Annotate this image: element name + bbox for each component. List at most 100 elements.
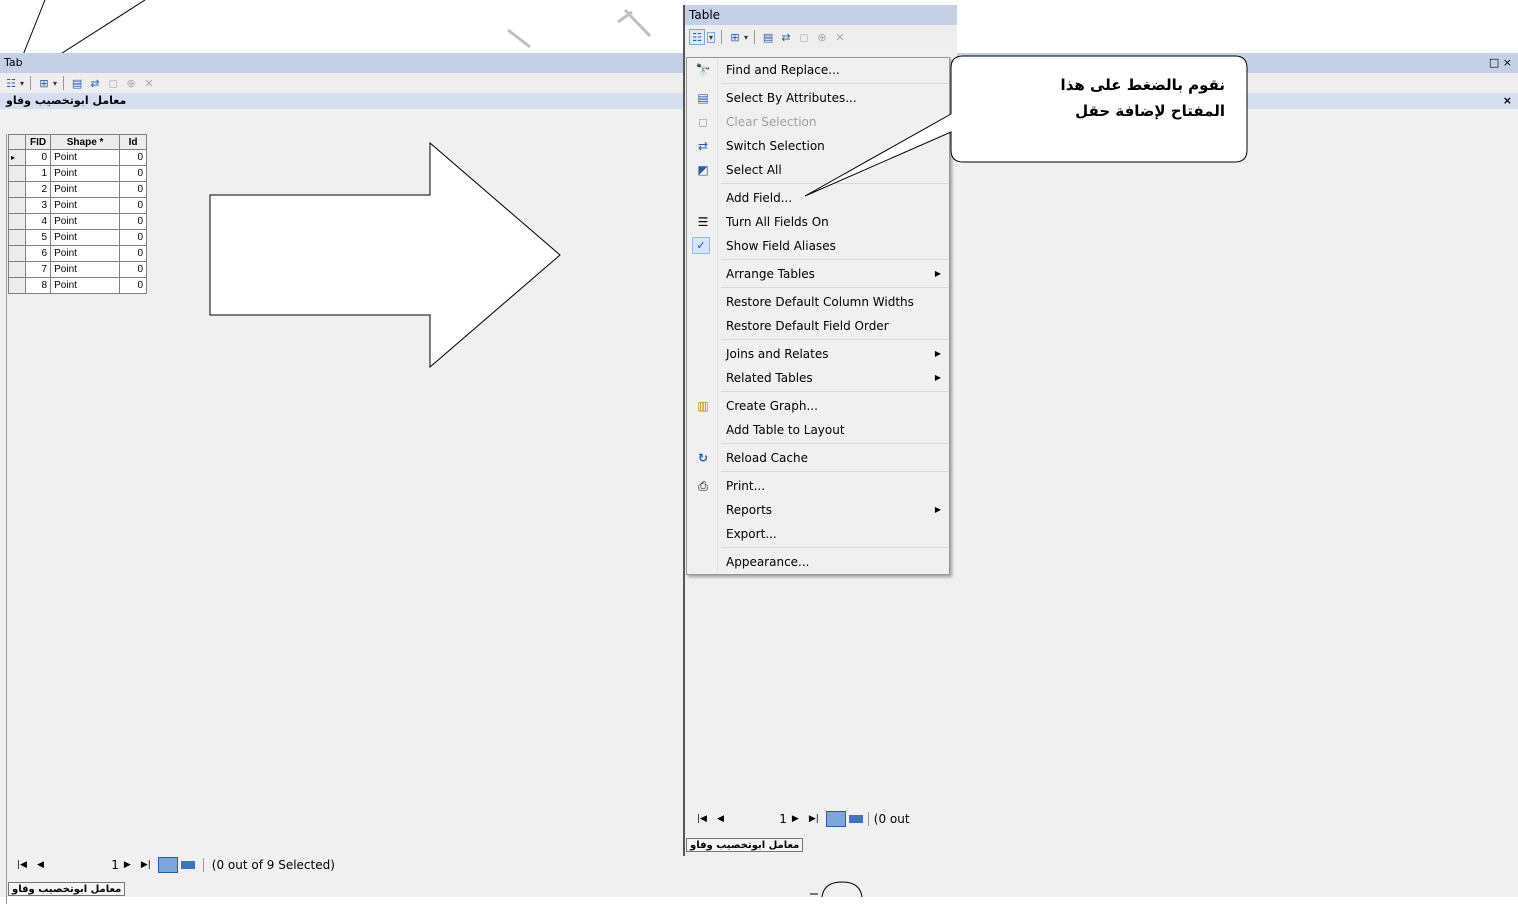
window-controls[interactable]: □ × [1489, 53, 1512, 73]
column-header-id[interactable]: Id [119, 134, 148, 150]
cell-fid[interactable]: 6 [24, 245, 52, 262]
row-selector[interactable] [8, 165, 26, 182]
cell-id[interactable]: 0 [119, 261, 148, 278]
cell-shape[interactable]: Point [50, 181, 121, 198]
table-row[interactable]: 2 Point 0 [8, 181, 148, 198]
cell-shape[interactable]: Point [50, 229, 121, 246]
switch-selection-icon[interactable]: ⇄ [88, 76, 102, 90]
menu-item-add-table-to-layout[interactable]: Add Table to Layout [687, 418, 949, 442]
cell-fid[interactable]: 0 [24, 149, 52, 166]
cell-shape[interactable]: Point [50, 277, 121, 294]
cell-id[interactable]: 0 [119, 213, 148, 230]
cell-shape[interactable]: Point [50, 165, 121, 182]
current-record-field[interactable]: 1 [729, 812, 787, 826]
menu-item-print[interactable]: ⎙ Print... [687, 474, 949, 498]
previous-record-icon[interactable]: ◀ [37, 860, 44, 870]
cell-shape[interactable]: Point [50, 245, 121, 262]
zoom-to-selected-icon[interactable]: ⊕ [124, 76, 138, 90]
chevron-down-icon[interactable]: ▾ [20, 79, 24, 88]
cell-id[interactable]: 0 [119, 277, 148, 294]
clear-selection-icon[interactable]: ◻ [797, 30, 811, 44]
table-row[interactable]: 1 Point 0 [8, 165, 148, 182]
clear-selection-icon[interactable]: ◻ [106, 76, 120, 90]
related-tables-icon[interactable]: ⊞ [37, 76, 51, 90]
chevron-down-icon[interactable]: ▾ [53, 79, 57, 88]
cell-shape[interactable]: Point [50, 197, 121, 214]
row-selector[interactable] [8, 229, 26, 246]
menu-item-show-field-aliases[interactable]: ✓ Show Field Aliases [687, 234, 949, 258]
last-record-icon[interactable]: ▶| [141, 860, 151, 870]
chevron-down-icon[interactable]: ▾ [744, 33, 748, 42]
right-table-bottom-tab[interactable]: معامل ابوتخصيب وفاو [686, 838, 804, 852]
next-record-icon[interactable]: ▶ [792, 814, 799, 824]
table-options-icon[interactable]: ☷ [4, 76, 18, 90]
menu-item-joins-relates[interactable]: Joins and Relates ▶ [687, 342, 949, 366]
select-by-attributes-icon[interactable]: ▤ [761, 30, 775, 44]
bottom-annotation-curve [810, 881, 863, 897]
table-row[interactable]: 4 Point 0 [8, 213, 148, 230]
row-selector[interactable] [8, 245, 26, 262]
cell-fid[interactable]: 4 [24, 213, 52, 230]
menu-item-related-tables[interactable]: Related Tables ▶ [687, 366, 949, 390]
cell-fid[interactable]: 5 [24, 229, 52, 246]
menu-item-reload-cache[interactable]: ↻ Reload Cache [687, 446, 949, 470]
column-header-shape[interactable]: Shape * [50, 134, 121, 150]
row-selector[interactable] [8, 197, 26, 214]
next-record-icon[interactable]: ▶ [124, 860, 131, 870]
cell-fid[interactable]: 3 [24, 197, 52, 214]
cell-shape[interactable]: Point [50, 149, 121, 166]
first-record-icon[interactable]: |◀ [697, 814, 707, 824]
table-row[interactable]: ▸ 0 Point 0 [8, 149, 148, 166]
row-selector[interactable] [8, 277, 26, 294]
cell-fid[interactable]: 1 [24, 165, 52, 182]
cell-fid[interactable]: 8 [24, 277, 52, 294]
menu-item-restore-field-order[interactable]: Restore Default Field Order [687, 314, 949, 338]
delete-selected-icon[interactable]: ✕ [142, 76, 156, 90]
menu-item-arrange-tables[interactable]: Arrange Tables ▶ [687, 262, 949, 286]
row-selector[interactable] [8, 181, 26, 198]
previous-record-icon[interactable]: ◀ [717, 814, 724, 824]
table-row[interactable]: 3 Point 0 [8, 197, 148, 214]
left-table-bottom-tab[interactable]: معامل ابوتخصيب وفاو [8, 882, 126, 896]
column-header-selector[interactable] [8, 134, 26, 150]
cell-id[interactable]: 0 [119, 197, 148, 214]
menu-item-create-graph[interactable]: ▥ Create Graph... [687, 394, 949, 418]
menu-item-appearance[interactable]: Appearance... [687, 550, 949, 574]
delete-selected-icon[interactable]: ✕ [833, 30, 847, 44]
table-row[interactable]: 6 Point 0 [8, 245, 148, 262]
row-selector[interactable] [8, 261, 26, 278]
menu-item-restore-column-widths[interactable]: Restore Default Column Widths [687, 290, 949, 314]
first-record-icon[interactable]: |◀ [17, 860, 27, 870]
table-row[interactable]: 7 Point 0 [8, 261, 148, 278]
cell-id[interactable]: 0 [119, 245, 148, 262]
cell-id[interactable]: 0 [119, 229, 148, 246]
row-selector[interactable] [8, 213, 26, 230]
cell-id[interactable]: 0 [119, 149, 148, 166]
show-selected-records-icon[interactable] [848, 815, 863, 823]
cell-fid[interactable]: 7 [24, 261, 52, 278]
last-record-icon[interactable]: ▶| [809, 814, 819, 824]
show-all-records-icon[interactable] [157, 857, 178, 873]
show-selected-records-icon[interactable] [180, 861, 195, 869]
table-row[interactable]: 8 Point 0 [8, 277, 148, 294]
switch-selection-icon[interactable]: ⇄ [779, 30, 793, 44]
cell-fid[interactable]: 2 [24, 181, 52, 198]
row-selector-active[interactable]: ▸ [8, 149, 26, 166]
related-tables-icon[interactable]: ⊞ [728, 30, 742, 44]
cell-id[interactable]: 0 [119, 181, 148, 198]
cell-shape[interactable]: Point [50, 261, 121, 278]
cell-id[interactable]: 0 [119, 165, 148, 182]
close-icon[interactable]: × [1503, 93, 1512, 109]
column-header-fid[interactable]: FID [24, 134, 52, 150]
table-options-icon[interactable]: ☷ [689, 29, 705, 45]
show-all-records-icon[interactable] [825, 811, 846, 827]
chevron-down-icon[interactable]: ▾ [707, 31, 716, 43]
menu-item-export[interactable]: Export... [687, 522, 949, 546]
zoom-to-selected-icon[interactable]: ⊕ [815, 30, 829, 44]
menu-item-reports[interactable]: Reports ▶ [687, 498, 949, 522]
select-by-attributes-icon[interactable]: ▤ [70, 76, 84, 90]
cell-shape[interactable]: Point [50, 213, 121, 230]
submenu-arrow-icon: ▶ [934, 349, 941, 358]
table-row[interactable]: 5 Point 0 [8, 229, 148, 246]
current-record-field[interactable]: 1 [49, 858, 119, 872]
